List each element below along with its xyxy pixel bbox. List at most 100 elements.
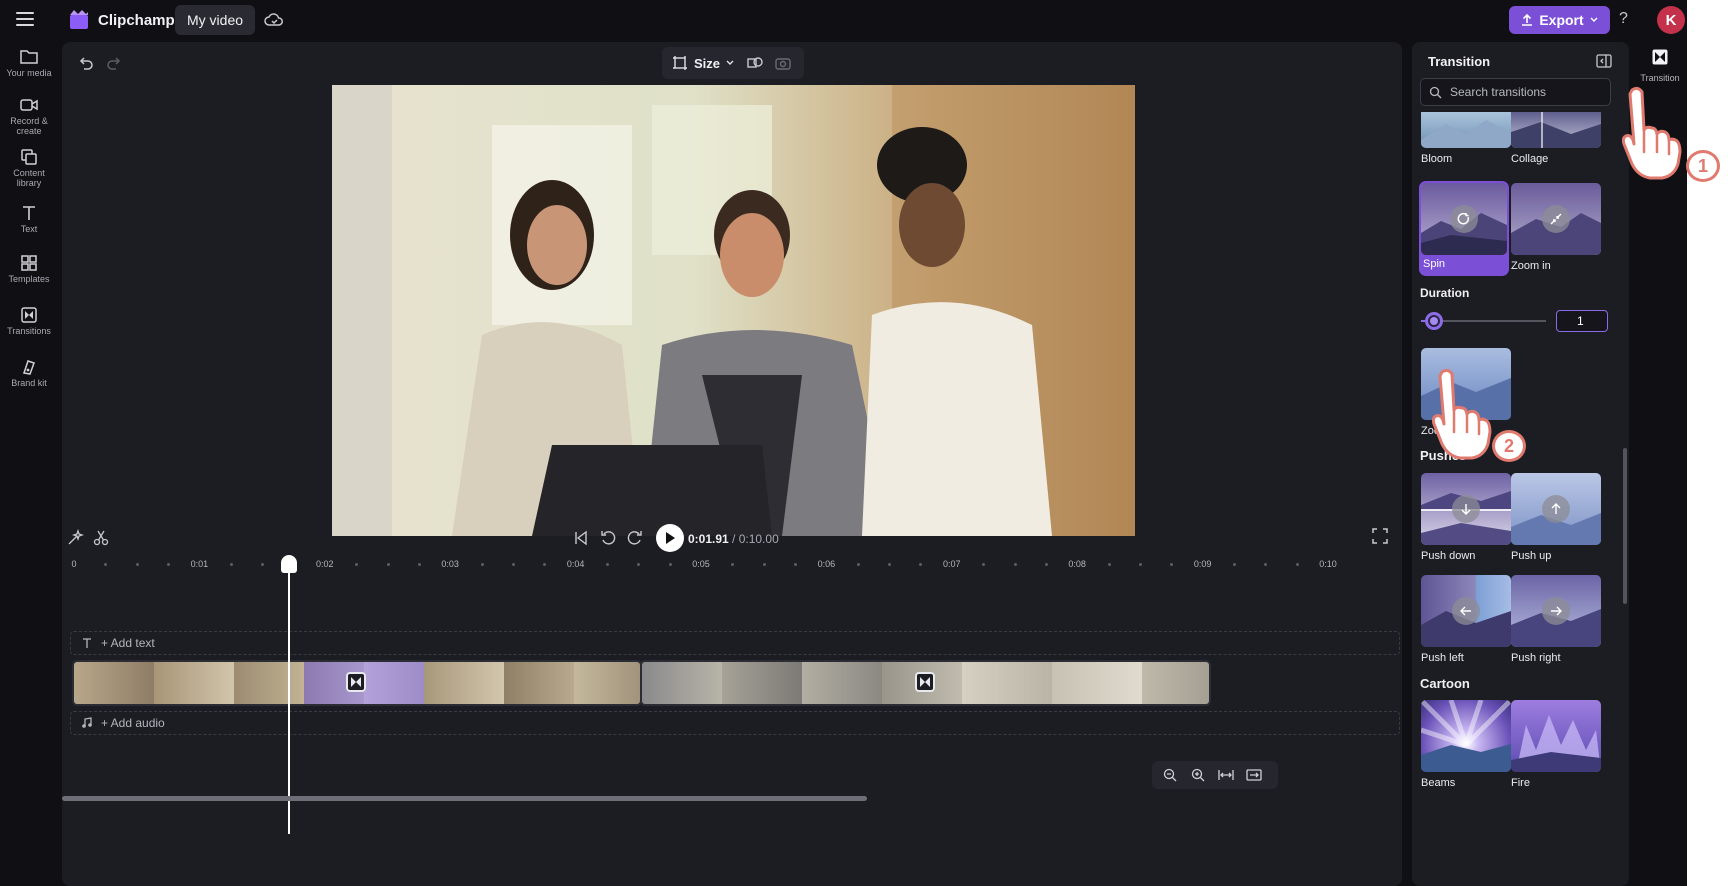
duration-input[interactable]: [1556, 310, 1608, 332]
menu-icon[interactable]: [16, 12, 34, 26]
magic-icon[interactable]: [66, 529, 84, 547]
app-name: Clipchamp: [98, 12, 175, 29]
timeline-scrollbar[interactable]: [62, 796, 867, 801]
add-text-track[interactable]: + Add text: [70, 631, 1400, 655]
ruler-tick-dot: [1264, 563, 1268, 566]
transition-card-push-right[interactable]: Push right: [1511, 575, 1601, 664]
transition-card-push-down[interactable]: Push down: [1421, 473, 1511, 562]
undo-icon[interactable]: [76, 54, 94, 72]
rail-item-text[interactable]: Text: [0, 204, 58, 234]
help-icon[interactable]: ?: [1619, 10, 1628, 28]
rail-item-templates[interactable]: Templates: [0, 254, 58, 284]
playhead[interactable]: [288, 562, 290, 834]
ruler-tick-label: 0:02: [316, 559, 334, 569]
avatar[interactable]: K: [1657, 6, 1685, 34]
duration-slider-thumb[interactable]: [1424, 312, 1443, 330]
clipchamp-logo: [70, 10, 88, 29]
transition-card-push-up[interactable]: Push up: [1511, 473, 1601, 562]
video-preview[interactable]: [332, 85, 1135, 536]
card-label: Push right: [1511, 652, 1561, 664]
transition-marker-2[interactable]: [915, 672, 935, 692]
transition-marker-1[interactable]: [346, 672, 366, 692]
transition-card-collage[interactable]: Collage: [1511, 112, 1601, 165]
music-note-icon: [82, 717, 92, 728]
export-button[interactable]: Export: [1509, 6, 1610, 34]
ruler-tick-label: 0:04: [566, 559, 585, 569]
transition-card-zoom-in[interactable]: Zoom in: [1511, 183, 1601, 272]
ruler-tick-dot: [511, 563, 515, 566]
folder-icon: [20, 50, 38, 64]
rail-label: Templates: [8, 274, 50, 284]
rail-item-record-create[interactable]: Record & create: [0, 96, 58, 136]
ruler-tick-dot: [1013, 563, 1017, 566]
timecode: 0:01.91 / 0:10.00: [688, 532, 779, 546]
fullscreen-icon[interactable]: [1372, 528, 1388, 544]
templates-icon: [21, 255, 37, 271]
section-heading-cartoon: Cartoon: [1420, 676, 1470, 691]
rail-item-your-media[interactable]: Your media: [0, 48, 58, 78]
ruler-tick-dot: [637, 563, 641, 566]
timeline-ruler[interactable]: 0 0:01 0:02 0:03 0:04 0:05 0:06 0:07 0:08 0:09 0:1…: [62, 559, 1402, 579]
zoom-in-icon[interactable]: [1190, 767, 1206, 783]
camera-swap-icon[interactable]: [774, 54, 792, 72]
skip-back-icon[interactable]: [572, 529, 590, 547]
text-icon: [83, 638, 91, 648]
ruler-tick-dot: [605, 563, 609, 566]
current-time: 0:01.91: [688, 532, 729, 546]
arrow-up-icon: [1542, 495, 1570, 523]
scissors-icon[interactable]: [92, 529, 110, 547]
total-time: / 0:10.00: [732, 532, 779, 546]
transition-card-bloom[interactable]: Bloom: [1421, 112, 1511, 165]
card-label: Push left: [1421, 652, 1464, 664]
forward-5-icon[interactable]: [626, 529, 644, 547]
ruler-tick-dot: [919, 563, 923, 566]
ruler-tick-dot: [167, 563, 171, 566]
rail-item-transitions[interactable]: Transitions: [0, 306, 58, 336]
upload-icon: [1522, 14, 1533, 26]
play-button[interactable]: [656, 524, 684, 552]
ruler-tick-dot: [135, 563, 139, 566]
fit-timeline-icon[interactable]: [1218, 767, 1234, 783]
ruler-tick-dot: [355, 563, 359, 566]
panel-title: Transition: [1428, 54, 1491, 69]
ruler-tick-dot: [229, 563, 233, 566]
project-title-button[interactable]: My video: [175, 5, 256, 35]
search-input[interactable]: [1450, 85, 1600, 99]
camera-icon: [20, 99, 38, 111]
transition-card-push-left[interactable]: Push left: [1421, 575, 1511, 664]
expand-timeline-icon[interactable]: [1246, 767, 1262, 783]
tab-transition[interactable]: Transition: [1633, 48, 1687, 83]
card-label: Bloom: [1421, 153, 1453, 165]
add-audio-track[interactable]: + Add audio: [70, 711, 1400, 735]
ruler-tick-dot: [982, 563, 986, 566]
ruler-tick-label: 0:05: [692, 559, 710, 569]
zoom-controls: [1152, 761, 1278, 789]
cloud-sync-icon[interactable]: [264, 10, 284, 30]
rail-label: Transitions: [7, 326, 51, 336]
step-badge-2: 2: [1492, 430, 1526, 462]
zoom-out-icon[interactable]: [1162, 767, 1178, 783]
collapse-panel-icon[interactable]: [1596, 54, 1612, 68]
redo-icon[interactable]: [106, 54, 124, 72]
duration-label: Duration: [1420, 286, 1470, 300]
rewind-5-icon[interactable]: [599, 529, 617, 547]
chevron-down-icon: [726, 60, 734, 65]
ruler-tick-dot: [1138, 563, 1142, 566]
thumbnail-image: [1421, 120, 1511, 148]
rail-item-brand-kit[interactable]: Brand kit: [0, 358, 58, 388]
video-frame-image: [332, 85, 1135, 536]
size-button[interactable]: Size: [672, 53, 734, 73]
transition-card-beams[interactable]: Beams: [1421, 700, 1511, 789]
transitions-icon: [920, 677, 930, 687]
ruler-tick-label: 0:03: [441, 559, 459, 569]
transition-card-fire[interactable]: Fire: [1511, 700, 1601, 789]
transition-card-spin[interactable]: Spin: [1419, 181, 1509, 276]
step-badge-1: 1: [1686, 150, 1720, 182]
transitions-icon: [1652, 49, 1668, 65]
ruler-tick-label: 0: [71, 559, 77, 569]
panel-scrollbar[interactable]: [1623, 448, 1627, 604]
rail-item-content-library[interactable]: Content library: [0, 148, 58, 188]
card-label: Fire: [1511, 777, 1530, 789]
shapes-icon[interactable]: [746, 54, 764, 72]
ruler-tick-dot: [856, 563, 860, 566]
